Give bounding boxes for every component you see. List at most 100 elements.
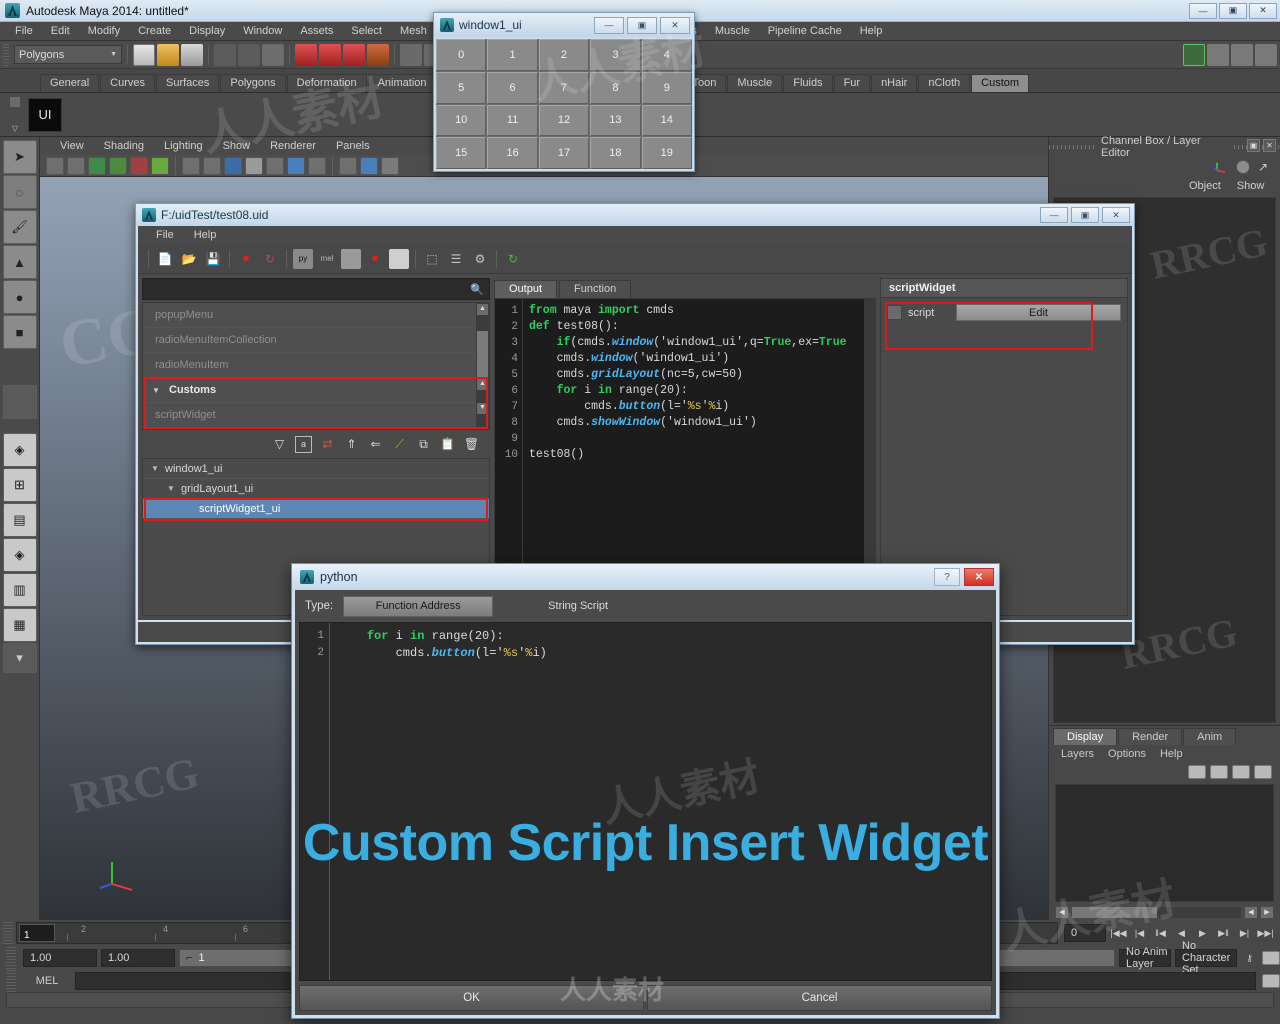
single-perspective-layout-icon[interactable]: ◈	[2, 433, 37, 467]
tool-settings-icon[interactable]	[1231, 43, 1253, 66]
new-layer-from-selected-icon[interactable]	[1254, 765, 1272, 779]
cancel-button[interactable]: Cancel	[647, 985, 992, 1011]
texture-icon[interactable]	[308, 156, 326, 175]
widget-type-list[interactable]: popupMenu radioMenuItemCollection radioM…	[142, 302, 490, 430]
grid-button[interactable]: 16	[487, 137, 538, 169]
shelf-tab-deformation[interactable]: Deformation	[286, 74, 367, 92]
move-axis-icon[interactable]	[1213, 160, 1228, 174]
ok-button[interactable]: OK	[299, 985, 644, 1011]
ui-preview-icon[interactable]	[341, 248, 361, 269]
outliner-persp-layout-icon[interactable]: ▤	[2, 503, 37, 537]
sort-icon[interactable]: ▽	[271, 436, 288, 453]
chevron-down-icon[interactable]: ▼	[151, 459, 159, 479]
persp-graph-layout-icon[interactable]: ◈	[2, 538, 37, 572]
new-scene-icon[interactable]	[133, 43, 155, 66]
viewport-menu-shading[interactable]: Shading	[94, 140, 154, 152]
help-menu[interactable]: Help	[1153, 748, 1190, 760]
play-backwards-icon[interactable]: ◀	[1173, 925, 1190, 941]
viewport-menu-renderer[interactable]: Renderer	[260, 140, 326, 152]
persp-trax-layout-icon[interactable]: ▦	[2, 608, 37, 642]
select-by-component-icon[interactable]	[262, 43, 284, 66]
snap-to-projected-center-icon[interactable]	[367, 43, 389, 66]
exposure-icon[interactable]	[381, 156, 399, 175]
shelf-tab-fluids[interactable]: Fluids	[783, 74, 833, 92]
two-d-pan-zoom-icon[interactable]	[130, 156, 148, 175]
rotate-tool-icon[interactable]: ●	[2, 280, 37, 314]
range-slider-grip[interactable]	[6, 947, 16, 969]
maximize-button[interactable]: ▣	[627, 16, 657, 34]
grid-button[interactable]: 3	[590, 39, 641, 71]
shelf-tab-surfaces[interactable]: Surfaces	[155, 74, 220, 92]
grid-button[interactable]: 8	[590, 71, 641, 104]
grid-button[interactable]: 9	[641, 71, 692, 104]
save-file-icon[interactable]: 💾	[203, 249, 223, 269]
menuset-combo[interactable]: Polygons ▼	[14, 45, 122, 64]
list-item-scriptwidget[interactable]: scriptWidget	[143, 403, 489, 428]
channel-menu-show[interactable]: Show	[1229, 180, 1273, 192]
swap-icon[interactable]: ⇄	[319, 436, 336, 453]
close-button[interactable]: ✕	[660, 16, 690, 34]
select-region-icon[interactable]: ⬚	[422, 249, 442, 269]
tab-output[interactable]: Output	[494, 280, 558, 298]
options-menu[interactable]: Options	[1101, 748, 1153, 760]
tab-function[interactable]: Function	[559, 280, 632, 298]
four-view-layout-icon[interactable]: ⊞	[2, 468, 37, 502]
search-icon[interactable]: 🔍	[469, 283, 485, 296]
maximize-button[interactable]: ▣	[1219, 2, 1247, 19]
auto-key-icon[interactable]	[1262, 951, 1280, 965]
menu-file[interactable]: File	[6, 22, 42, 41]
minimize-button[interactable]: —	[594, 16, 624, 34]
last-tool-icon[interactable]	[2, 385, 37, 419]
menu-select[interactable]: Select	[342, 22, 391, 41]
record-icon[interactable]: ⏺	[236, 249, 256, 269]
grid-button[interactable]: 1	[487, 39, 538, 71]
wireframe-shading-icon[interactable]	[182, 156, 200, 175]
menu-mesh[interactable]: Mesh	[391, 22, 436, 41]
scroll-down-icon[interactable]: ▼	[477, 403, 488, 414]
step-back-frame-icon[interactable]: ‖◀	[1152, 925, 1169, 941]
shelf-handle[interactable]: ▽	[8, 96, 22, 133]
scroll-left-icon[interactable]: ◀	[1055, 905, 1069, 919]
help-button[interactable]: ?	[934, 568, 960, 586]
grid-button[interactable]: 2	[538, 39, 590, 71]
edit-script-button[interactable]: Edit	[956, 304, 1121, 321]
tab-anim[interactable]: Anim	[1183, 728, 1237, 745]
grid-button[interactable]: 0	[436, 39, 487, 71]
run-icon[interactable]: ⏺	[365, 249, 385, 269]
grid-button[interactable]: 6	[487, 71, 538, 104]
menu-muscle[interactable]: Muscle	[706, 22, 759, 41]
grease-pencil-icon[interactable]	[151, 156, 169, 175]
type-option-string-script[interactable]: String Script	[503, 596, 653, 617]
go-to-end-icon[interactable]: ▶▶|	[1257, 925, 1274, 941]
play-forwards-icon[interactable]: ▶	[1194, 925, 1211, 941]
list-item[interactable]: radioMenuItemCollection	[143, 328, 489, 353]
copy-icon[interactable]: ⧉	[415, 436, 432, 453]
more-layouts-icon[interactable]: ▾	[2, 643, 37, 673]
tree-row-selected[interactable]: scriptWidget1_ui	[143, 499, 489, 519]
close-button[interactable]: ✕	[1102, 207, 1130, 223]
xray-icon[interactable]	[287, 156, 305, 175]
properties-icon[interactable]	[389, 248, 409, 269]
playback-frame-field[interactable]: 0	[1064, 924, 1106, 942]
scroll-prev-icon[interactable]: ◀	[1244, 905, 1258, 919]
tab-render[interactable]: Render	[1118, 728, 1183, 745]
select-camera-icon[interactable]	[46, 156, 64, 175]
current-frame-indicator[interactable]: 1	[19, 924, 55, 942]
list-group-customs[interactable]: Customs	[143, 378, 489, 403]
range-end-field[interactable]: 1.00	[101, 949, 175, 967]
camera-attributes-icon[interactable]	[67, 156, 85, 175]
new-file-icon[interactable]: 📄	[155, 249, 175, 269]
script-editor-icon[interactable]	[1262, 974, 1280, 988]
close-button[interactable]: ✕	[964, 568, 994, 586]
grid-button[interactable]: 18	[590, 137, 641, 169]
panel-close-icon[interactable]: ✕	[1263, 139, 1276, 152]
move-layer-down-icon[interactable]	[1210, 765, 1228, 779]
menu-help[interactable]: Help	[851, 22, 892, 41]
step-back-key-icon[interactable]: |◀	[1131, 925, 1148, 941]
grid-button[interactable]: 13	[590, 104, 641, 137]
widget-search-input[interactable]	[143, 279, 469, 299]
snap-to-grid-icon[interactable]	[295, 43, 317, 66]
select-by-object-icon[interactable]	[238, 43, 260, 66]
delete-icon[interactable]: 🗑	[463, 436, 480, 453]
shelf-tab-polygons[interactable]: Polygons	[220, 74, 286, 92]
